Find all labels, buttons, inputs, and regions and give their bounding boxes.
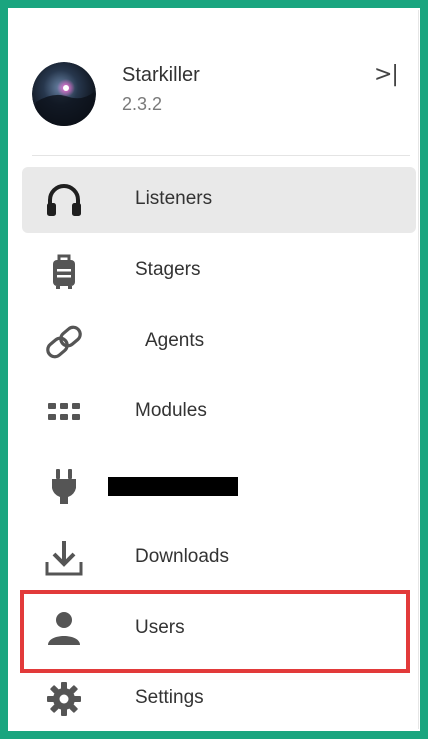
sidebar-item-label: Modules [135, 400, 207, 421]
sidebar-item-modules[interactable]: Modules [22, 379, 416, 445]
headphones-icon [44, 180, 84, 220]
sidebar-item-listeners[interactable]: Listeners [22, 167, 416, 233]
grid-icon [44, 392, 84, 432]
sidebar-item-label: Listeners [135, 188, 213, 209]
highlight-box [20, 590, 410, 673]
redaction-bar [108, 477, 238, 496]
sidebar-item-agents[interactable]: Agents [22, 309, 416, 375]
download-icon [44, 538, 84, 578]
sidebar-item-stagers[interactable]: Stagers [22, 238, 416, 304]
sidebar-header: Starkiller 2.3.2 >| [10, 10, 418, 155]
bag-icon [44, 251, 84, 291]
sidebar-item-downloads[interactable]: Downloads [22, 525, 416, 591]
sidebar-item-label: Settings [135, 687, 204, 708]
sidebar-item-label: Downloads [135, 546, 229, 567]
sidebar-item-label: Agents [145, 330, 205, 351]
plug-icon [44, 466, 84, 506]
app-version: 2.3.2 [122, 94, 163, 114]
sidebar-item-settings[interactable]: Settings [22, 666, 416, 732]
header-divider [32, 155, 410, 156]
collapse-sidebar-button[interactable]: >| [374, 62, 399, 87]
app-title: Starkiller [122, 64, 200, 86]
app-logo [32, 62, 96, 126]
gear-icon [44, 679, 84, 719]
collapse-icon: >| [374, 62, 399, 87]
sidebar-item-label: Stagers [135, 259, 201, 280]
link-icon [44, 322, 84, 362]
